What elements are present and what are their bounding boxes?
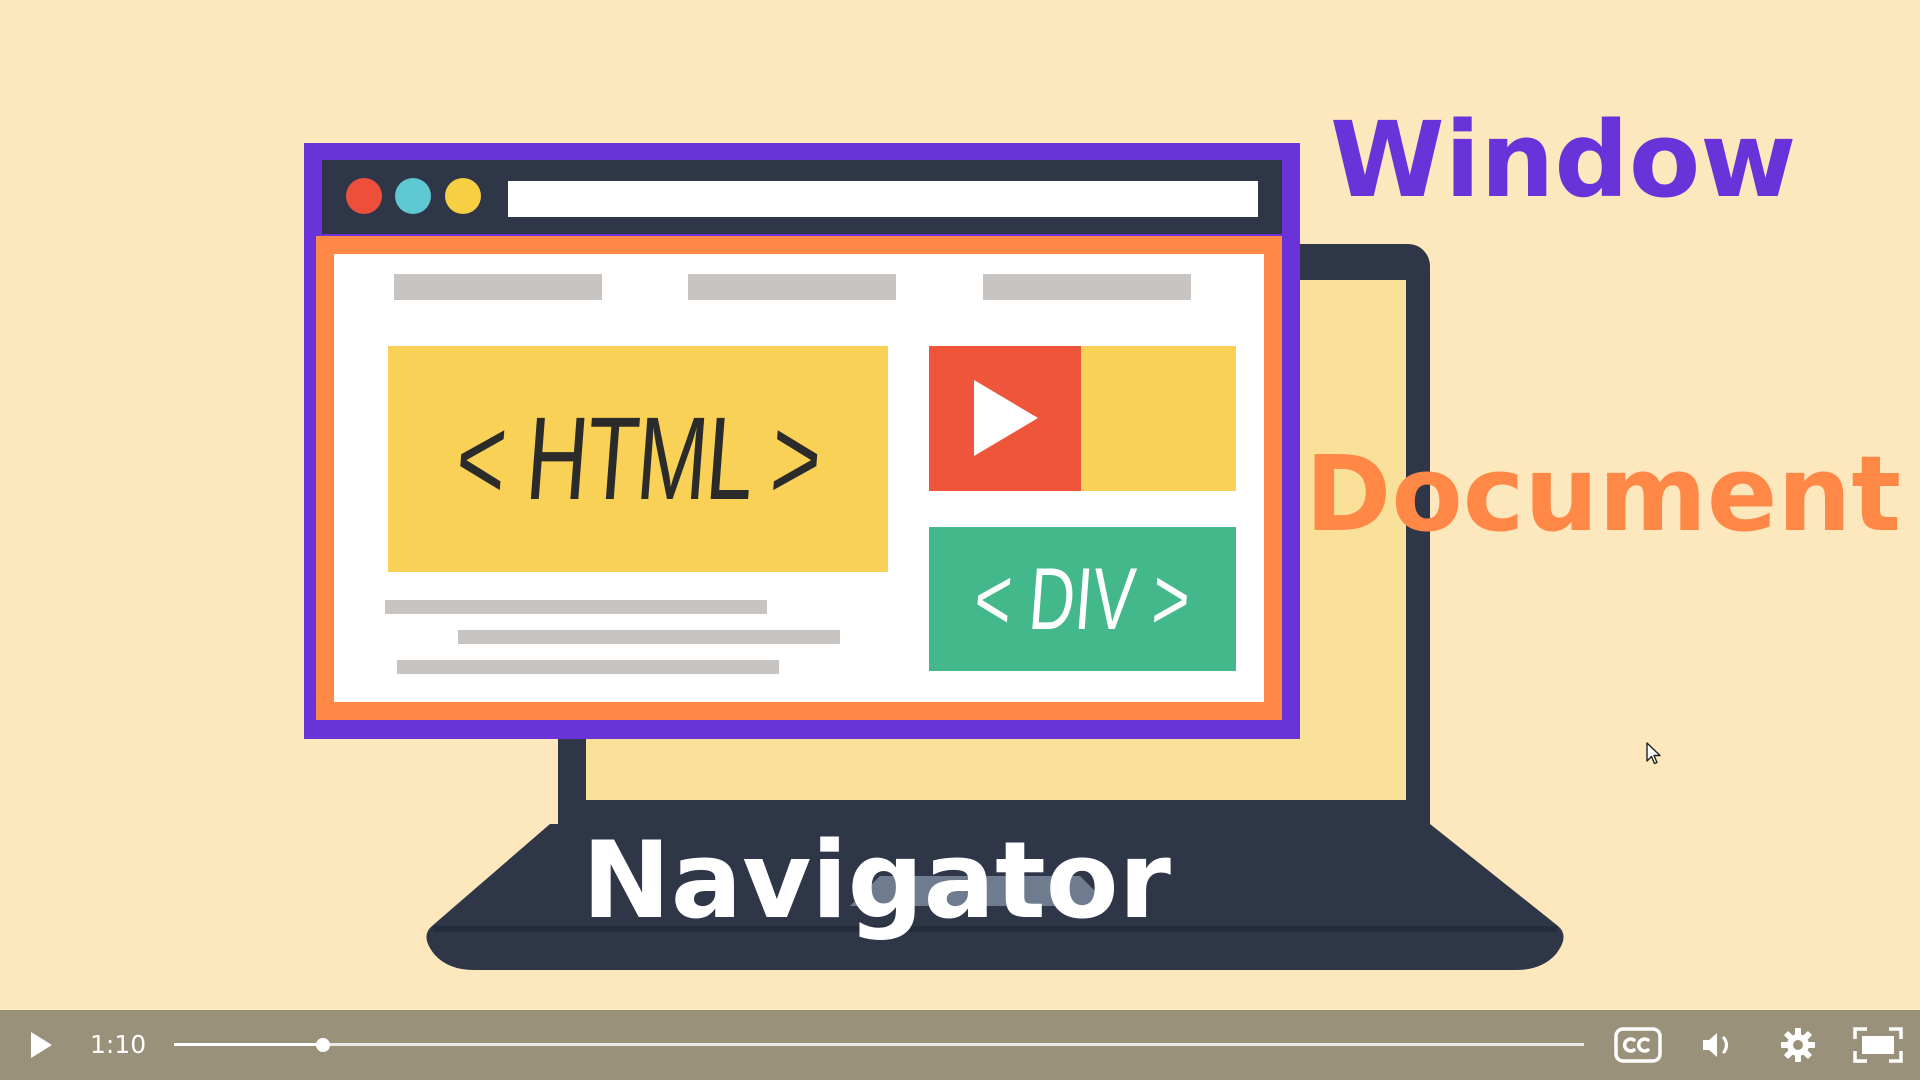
text-line-placeholder xyxy=(385,600,767,614)
text-line-placeholder xyxy=(458,630,840,644)
volume-button[interactable] xyxy=(1694,1010,1742,1080)
fullscreen-icon xyxy=(1853,1027,1903,1063)
progress-track xyxy=(174,1043,1584,1046)
div-block: < DIV > xyxy=(929,527,1236,671)
player-controls: 1:10 xyxy=(0,1010,1920,1080)
nav-placeholder-1 xyxy=(394,274,602,300)
div-tag-text: < DIV > xyxy=(971,549,1194,648)
play-icon xyxy=(31,1032,52,1058)
text-line-placeholder xyxy=(397,660,779,674)
document-label: Document xyxy=(1305,433,1902,555)
address-bar xyxy=(508,181,1258,217)
current-time: 1:10 xyxy=(90,1030,147,1059)
html-block: < HTML > xyxy=(388,346,888,572)
close-dot-icon xyxy=(346,178,382,214)
progress-bar[interactable] xyxy=(174,1038,1584,1052)
play-button[interactable] xyxy=(18,1010,64,1080)
nav-placeholder-2 xyxy=(688,274,896,300)
video-frame[interactable]: < HTML > < DIV > Window Document Navigat… xyxy=(0,0,1920,1010)
closed-captions-icon xyxy=(1614,1027,1662,1063)
closed-captions-button[interactable] xyxy=(1610,1010,1666,1080)
mouse-cursor-icon xyxy=(1646,742,1661,765)
html-tag-text: < HTML > xyxy=(451,393,825,525)
navigator-label: Navigator xyxy=(582,819,1171,942)
maximize-dot-icon xyxy=(445,178,481,214)
window-label: Window xyxy=(1330,99,1797,221)
nav-placeholder-3 xyxy=(983,274,1191,300)
progress-fill xyxy=(174,1043,324,1046)
settings-gear-icon xyxy=(1781,1028,1815,1062)
volume-icon xyxy=(1703,1033,1729,1057)
video-thumbnail-side xyxy=(1081,346,1236,491)
progress-scrubber[interactable] xyxy=(316,1038,331,1052)
play-triangle-icon xyxy=(974,380,1038,456)
settings-button[interactable] xyxy=(1773,1010,1823,1080)
fullscreen-button[interactable] xyxy=(1850,1010,1906,1080)
minimize-dot-icon xyxy=(395,178,431,214)
